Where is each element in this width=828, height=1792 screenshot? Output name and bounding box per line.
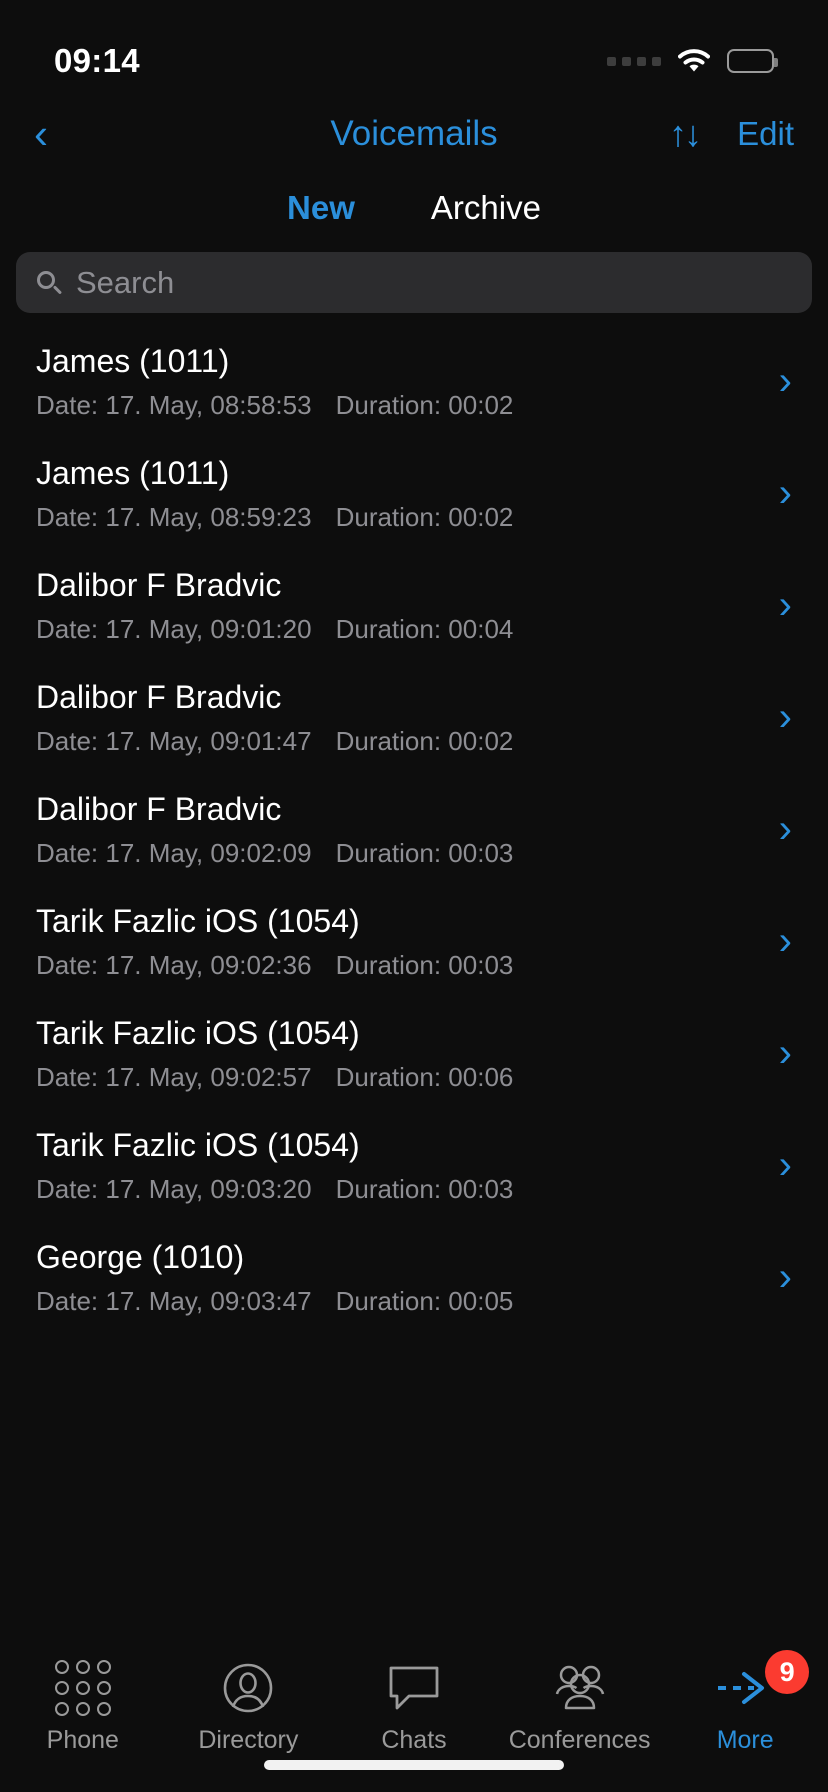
chevron-right-icon[interactable]: › [779,921,792,961]
voicemail-date: Date: 17. May, 09:03:20 [36,1173,312,1204]
edit-button[interactable]: Edit [737,115,794,153]
voicemail-duration: Duration: 00:03 [335,949,514,980]
table-row[interactable]: James (1011) Date: 17. May, 08:58:53 Dur… [0,329,828,441]
table-row[interactable]: Dalibor F Bradvic Date: 17. May, 09:01:4… [0,665,828,777]
voicemail-date: Date: 17. May, 09:02:36 [36,949,312,980]
navigation-bar: ‹ Voicemails ↑↓ Edit [0,96,828,172]
contact-icon [216,1662,280,1714]
tab-archive[interactable]: Archive [417,189,555,227]
voicemail-date: Date: 17. May, 09:02:57 [36,1061,312,1092]
tab-label: Chats [381,1726,447,1754]
tab-more[interactable]: 9 More [665,1650,825,1755]
status-badge: 9 [765,1650,810,1694]
voicemail-duration: Duration: 00:06 [335,1061,514,1092]
table-row[interactable]: Dalibor F Bradvic Date: 17. May, 09:01:2… [0,553,828,665]
chat-bubble-icon [382,1662,446,1714]
voicemail-duration: Duration: 00:03 [335,1173,514,1204]
chevron-right-icon[interactable]: › [779,473,792,513]
status-time: 09:14 [54,42,140,79]
chevron-right-icon[interactable]: › [779,697,792,737]
voicemail-date: Date: 17. May, 09:01:20 [36,613,312,644]
voicemail-date: Date: 17. May, 09:03:47 [36,1285,312,1316]
keypad-icon [51,1660,115,1716]
search-container: Search [0,244,828,329]
voicemail-date: Date: 17. May, 08:59:23 [36,501,312,532]
voicemail-duration: Duration: 00:04 [335,613,514,644]
chevron-right-icon[interactable]: › [779,1257,792,1297]
table-row[interactable]: George (1010) Date: 17. May, 09:03:47 Du… [0,1225,828,1337]
search-input[interactable]: Search [76,265,174,301]
voicemail-date: Date: 17. May, 08:58:53 [36,389,312,420]
voicemail-caller: James (1011) [36,455,230,491]
tab-label: Directory [198,1726,299,1754]
tab-new[interactable]: New [273,189,369,227]
search-bar[interactable]: Search [16,252,812,313]
voicemail-caller: Tarik Fazlic iOS (1054) [36,1015,360,1051]
home-indicator[interactable] [264,1760,564,1770]
table-row[interactable]: Tarik Fazlic iOS (1054) Date: 17. May, 0… [0,889,828,1001]
voicemail-date: Date: 17. May, 09:02:09 [36,837,312,868]
voicemail-duration: Duration: 00:05 [335,1285,514,1316]
tab-phone[interactable]: Phone [3,1660,163,1755]
sort-arrows-icon[interactable]: ↑↓ [669,116,702,152]
search-icon [36,270,63,296]
tab-label: Conferences [508,1726,651,1754]
battery-icon [727,49,778,73]
tab-label: More [716,1726,774,1754]
status-indicators [607,49,778,73]
tab-chats[interactable]: Chats [334,1662,494,1755]
tab-label: Phone [46,1726,119,1754]
voicemail-duration: Duration: 00:02 [335,389,514,420]
chevron-right-icon[interactable]: › [779,585,792,625]
table-row[interactable]: Dalibor F Bradvic Date: 17. May, 09:02:0… [0,777,828,889]
table-row[interactable]: James (1011) Date: 17. May, 08:59:23 Dur… [0,441,828,553]
voicemail-date: Date: 17. May, 09:01:47 [36,725,312,756]
voicemail-duration: Duration: 00:02 [335,501,514,532]
signal-dots-icon [607,56,661,66]
voicemail-caller: Tarik Fazlic iOS (1054) [36,1127,360,1163]
chevron-left-icon[interactable]: ‹ [34,113,78,155]
status-bar: 09:14 [0,0,828,96]
tab-conferences[interactable]: Conferences [500,1662,660,1755]
voicemail-caller: Dalibor F Bradvic [36,679,282,715]
people-group-icon [548,1662,612,1714]
voicemail-list: James (1011) Date: 17. May, 08:58:53 Dur… [0,329,828,1640]
voicemail-caller: Tarik Fazlic iOS (1054) [36,903,360,939]
voicemail-duration: Duration: 00:03 [335,837,514,868]
segmented-control: New Archive [0,172,828,244]
table-row[interactable]: Tarik Fazlic iOS (1054) Date: 17. May, 0… [0,1001,828,1113]
voicemail-caller: George (1010) [36,1239,245,1275]
app-screen: 09:14 ‹ Voicemails ↑↓ Edit New Archive S… [0,0,828,1792]
wifi-icon [678,49,710,73]
chevron-right-icon[interactable]: › [779,361,792,401]
voicemail-caller: James (1011) [36,343,230,379]
voicemail-caller: Dalibor F Bradvic [36,791,282,827]
voicemail-caller: Dalibor F Bradvic [36,567,282,603]
voicemail-duration: Duration: 00:02 [335,725,514,756]
chevron-right-icon[interactable]: › [779,809,792,849]
tab-directory[interactable]: Directory [168,1662,328,1755]
table-row[interactable]: Tarik Fazlic iOS (1054) Date: 17. May, 0… [0,1113,828,1225]
chevron-right-icon[interactable]: › [779,1145,792,1185]
chevron-right-icon[interactable]: › [779,1033,792,1073]
